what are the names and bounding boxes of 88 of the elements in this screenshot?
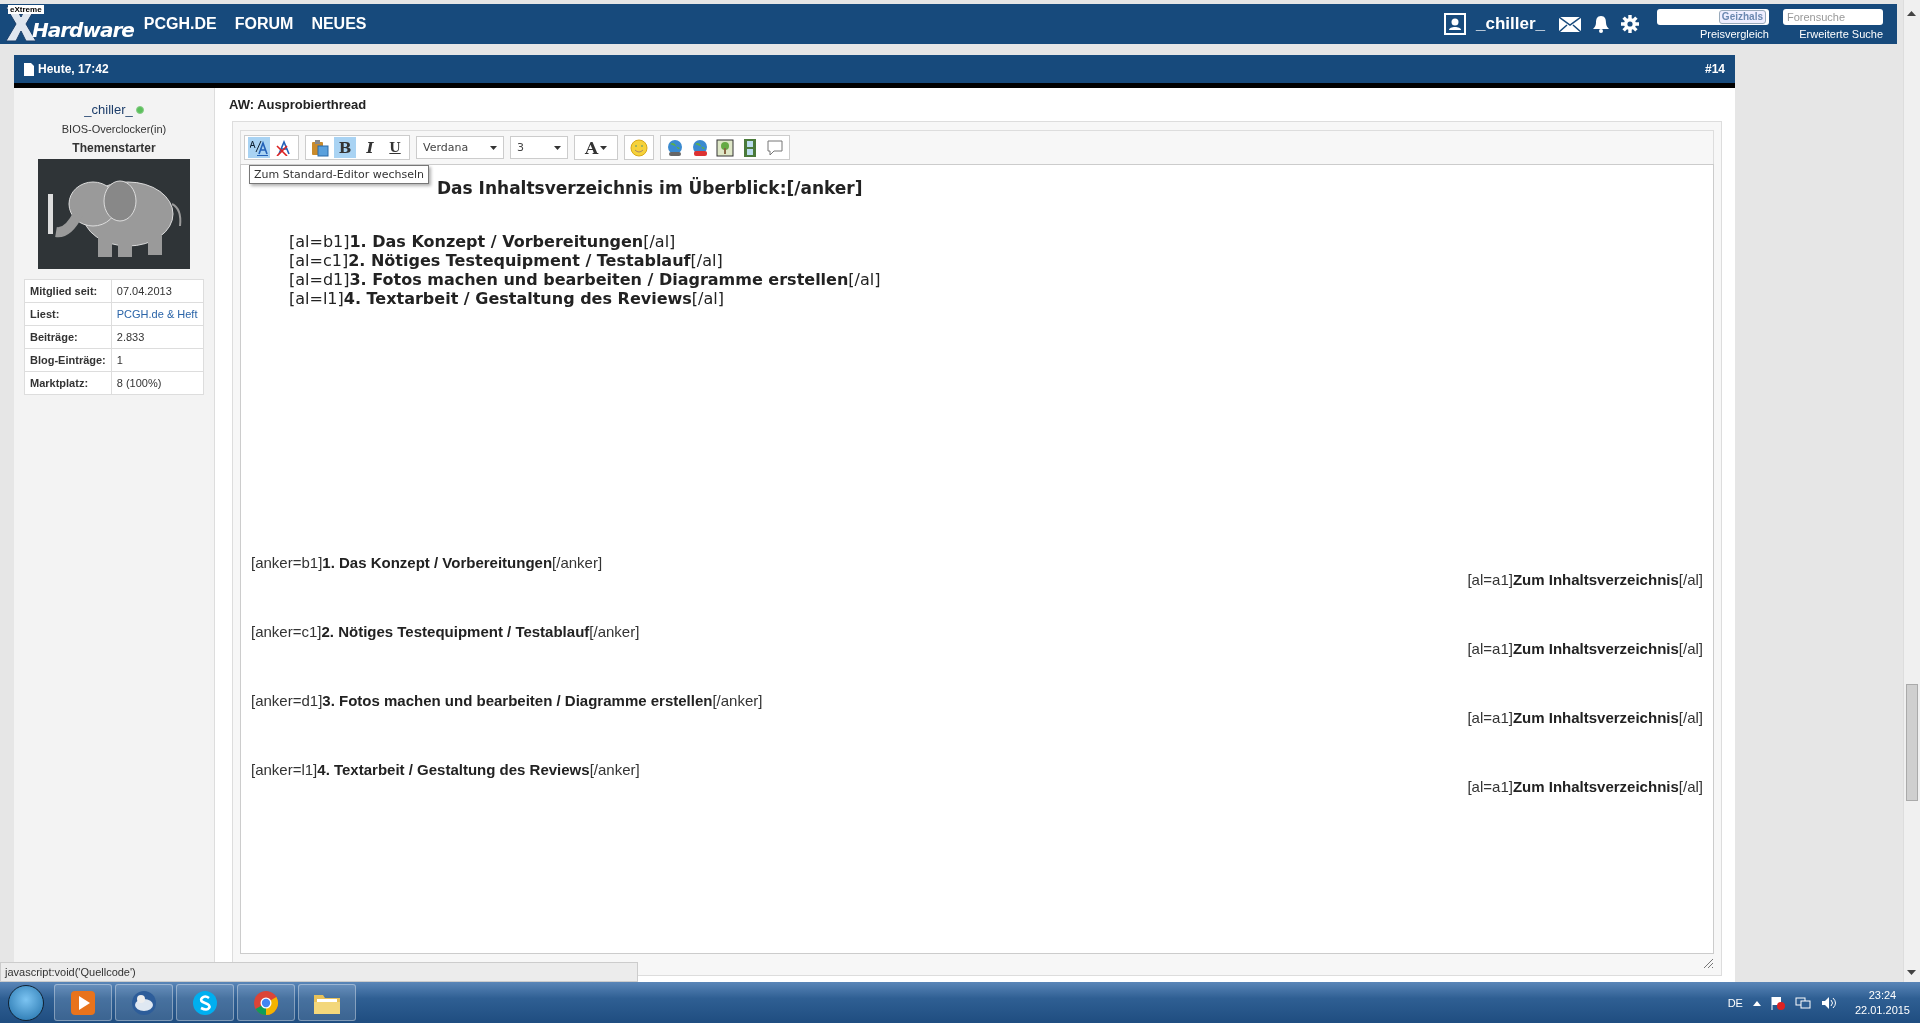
paste-icon — [311, 138, 329, 157]
stat-value: 1 — [111, 348, 204, 372]
price-compare-link[interactable]: Preisvergleich — [1699, 27, 1769, 40]
toc-line: [al=c1]2. Nötiges Testequipment / Testablauf[/al] — [289, 251, 724, 270]
globe-unlink-icon — [691, 138, 709, 157]
stat-label: Beiträge: — [24, 325, 112, 349]
back-to-toc-line: [al=a1]Zum Inhaltsverzeichnis[/al] — [1467, 709, 1703, 726]
stat-label: Blog-Einträge: — [24, 348, 112, 372]
stat-label: Mitglied seit: — [24, 279, 112, 303]
post-number-link[interactable]: #14 — [1704, 62, 1725, 76]
network-icon[interactable] — [1794, 995, 1811, 1010]
paste-button[interactable] — [309, 137, 331, 158]
caret-icon — [490, 145, 497, 150]
back-to-toc-line: [al=a1]Zum Inhaltsverzeichnis[/al] — [1467, 778, 1703, 795]
italic-button[interactable]: I — [359, 137, 381, 158]
logo-tagline: eXtreme — [8, 5, 44, 14]
author-name[interactable]: _chiller_ — [84, 102, 133, 117]
image-button[interactable] — [714, 137, 736, 158]
scroll-down-icon[interactable] — [1907, 970, 1916, 976]
nav-link[interactable]: PCGH.DE — [143, 15, 217, 33]
tooltip: Zum Standard-Editor wechseln — [249, 165, 430, 184]
nav-link[interactable]: FORUM — [234, 15, 294, 33]
user-icon[interactable] — [1444, 13, 1466, 35]
taskbar-button[interactable] — [54, 984, 112, 1021]
stat-link[interactable]: PCGH.de & Heft — [111, 302, 204, 326]
mail-icon[interactable] — [1559, 16, 1581, 32]
anchor-line: [anker=d1]3. Fotos machen und bearbeiten / Diagramme erstellen[/anker] — [251, 692, 764, 709]
stat-label: Marktplatz: — [24, 371, 112, 395]
resize-grip-icon[interactable] — [1703, 958, 1714, 969]
toc-line: [al=d1]3. Fotos machen und bearbeiten / Diagramme erstellen[/al] — [289, 270, 882, 289]
bold-button[interactable]: B — [334, 137, 356, 158]
clock-date[interactable]: 22.01.2015 — [1854, 1004, 1910, 1016]
settings-icon[interactable] — [1621, 15, 1639, 33]
font-select[interactable]: Verdana — [416, 136, 504, 159]
size-select[interactable]: 3 — [510, 136, 568, 159]
clear-format-icon — [275, 139, 293, 156]
back-to-toc-line: [al=a1]Zum Inhaltsverzeichnis[/al] — [1467, 640, 1703, 657]
flag-icon[interactable] — [1770, 995, 1785, 1010]
media-player-icon[interactable] — [70, 989, 96, 1016]
anchor-line: [anker=c1]2. Nötiges Testequipment / Testablauf[/anker] — [251, 623, 641, 640]
speech-bubble-icon — [766, 138, 784, 157]
advanced-search-link[interactable]: Erweiterte Suche — [1799, 27, 1883, 40]
post-date: Heute, 17:42 — [38, 62, 109, 76]
film-icon — [743, 138, 757, 157]
caret-icon — [554, 145, 561, 150]
forum-search-field[interactable]: Forensuche — [1783, 8, 1883, 25]
stat-value: 8 (100%) — [111, 371, 204, 395]
scroll-up-icon[interactable] — [1907, 10, 1916, 16]
toc-line: [al=b1]1. Das Konzept / Vorbereitungen[/al] — [289, 232, 677, 251]
globe-link-icon — [666, 138, 684, 157]
start-button[interactable] — [8, 984, 44, 1021]
bell-icon[interactable] — [1593, 15, 1609, 33]
smiley-icon — [630, 138, 648, 157]
stat-value: 2.833 — [111, 325, 204, 349]
stat-label: Liest: — [24, 302, 112, 326]
up-arrow-icon[interactable] — [1752, 999, 1761, 1006]
clock-time[interactable]: 23:24 — [1868, 989, 1897, 1001]
user-rank: BIOS-Overclocker(in) — [61, 123, 167, 135]
taskbar-button[interactable] — [176, 984, 234, 1021]
geizhals-logo: Geizhals — [1718, 9, 1766, 24]
post-title: AW: Ausprobierthread — [229, 97, 368, 112]
chrome-icon[interactable] — [252, 988, 280, 1017]
taskbar-button[interactable] — [237, 984, 295, 1021]
taskbar-button[interactable] — [298, 984, 356, 1021]
switch-button[interactable] — [248, 137, 270, 158]
caret-icon — [600, 145, 608, 150]
volume-icon[interactable] — [1820, 995, 1837, 1010]
underline-button[interactable]: U — [384, 137, 406, 158]
thread-starter-label: Themenstarter — [72, 141, 156, 155]
text-format-icon — [250, 139, 268, 156]
username-link[interactable]: _chiller_ — [1476, 14, 1545, 34]
nav-link[interactable]: NEUES — [311, 15, 367, 33]
skype-icon[interactable] — [191, 988, 219, 1017]
anchor-line: [anker=b1]1. Das Konzept / Vorbereitungen[/anker] — [251, 554, 604, 571]
site-logo-text: Hardware — [32, 17, 134, 43]
language-indicator[interactable]: DE — [1727, 996, 1743, 1009]
mail-bird-icon[interactable] — [130, 988, 158, 1017]
scrollbar-thumb[interactable] — [1906, 684, 1918, 801]
document-icon — [24, 62, 34, 76]
back-to-toc-line: [al=a1]Zum Inhaltsverzeichnis[/al] — [1467, 571, 1703, 588]
image-icon — [716, 138, 734, 157]
taskbar-button[interactable] — [115, 984, 173, 1021]
font-color-button[interactable]: A — [581, 137, 611, 158]
heading-text: Das Inhaltsverzeichnis im Überblick:[/anker] — [437, 178, 863, 198]
anchor-line: [anker=l1]4. Textarbeit / Gestaltung des Reviews[/anker] — [251, 761, 641, 778]
status-url: javascript:void('Quellcode') — [0, 962, 638, 982]
stat-value: 07.04.2013 — [111, 279, 204, 303]
toc-line: [al=l1]4. Textarbeit / Gestaltung des Reviews[/al] — [289, 289, 725, 308]
